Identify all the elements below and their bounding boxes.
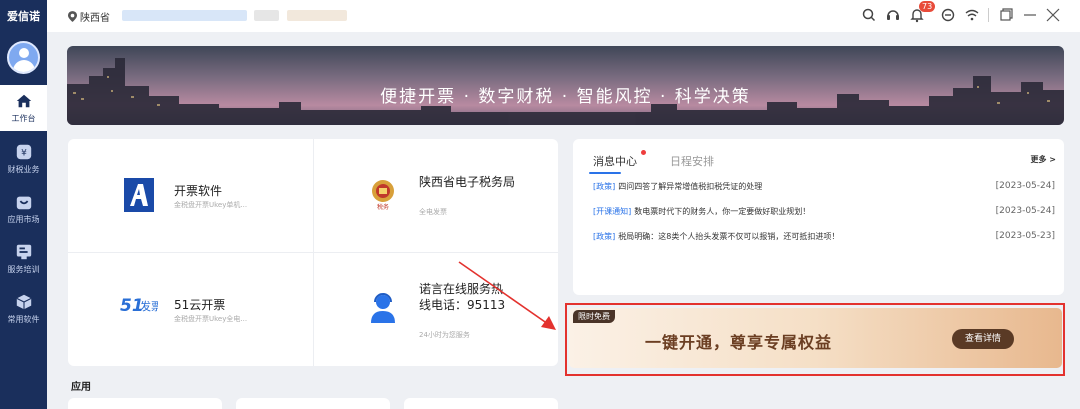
message-date: [2023-05-24] bbox=[995, 206, 1055, 216]
message-text: 数电票时代下的财务人，你一定要做好职业规划！ bbox=[634, 207, 811, 216]
hero-banner[interactable]: 便捷开票 · 数字财税 · 智能风控 · 科学决策 bbox=[67, 46, 1064, 125]
message-tag: [政策] bbox=[593, 232, 616, 241]
list-item[interactable]: [开课通知] 数电票时代下的财务人，你一定要做好职业规划！ [2023-05-24… bbox=[593, 206, 1055, 220]
promo-banner[interactable]: 限时免费 一键开通，尊享专属权益 查看详情 bbox=[569, 308, 1062, 368]
app-card[interactable] bbox=[68, 398, 222, 409]
tax-business-icon: ¥ bbox=[16, 144, 31, 160]
message-text: 四问四答了解异常增值税扣税凭证的处理 bbox=[618, 182, 763, 191]
toolbar-divider bbox=[988, 8, 989, 22]
aisino-logo-icon bbox=[124, 178, 154, 212]
list-item[interactable]: [政策] 四问四答了解异常增值税扣税凭证的处理 [2023-05-24] bbox=[593, 181, 1055, 195]
51fapiao-logo-icon: 51发票 bbox=[120, 296, 158, 316]
sidebar-item-tax-business[interactable]: ¥ 财税业务 bbox=[0, 136, 47, 182]
view-details-button[interactable]: 查看详情 bbox=[952, 329, 1014, 349]
apps-section-title: 应用 bbox=[71, 382, 91, 393]
more-link[interactable]: 更多 > bbox=[1031, 154, 1057, 165]
software-item-51-cloud-invoice[interactable]: 51 发票 51云开票 金税盘开票Ukey全电... bbox=[68, 253, 313, 366]
training-icon bbox=[16, 244, 31, 260]
promo-title: 一键开通，尊享专属权益 bbox=[645, 333, 833, 352]
sidebar-item-label: 服务培训 bbox=[7, 265, 40, 274]
location-pin-icon bbox=[68, 11, 77, 22]
blurred-info bbox=[254, 10, 279, 21]
software-item-invoicing[interactable]: 开票软件 金税盘开票Ukey单机... bbox=[68, 139, 313, 252]
svg-text:发票: 发票 bbox=[140, 299, 158, 313]
message-tag: [政策] bbox=[593, 182, 616, 191]
svg-text:税务: 税务 bbox=[377, 203, 389, 211]
user-avatar[interactable] bbox=[7, 41, 40, 74]
banner-slogan: 便捷开票 · 数字财税 · 智能风控 · 科学决策 bbox=[380, 87, 751, 107]
unread-dot bbox=[641, 150, 646, 155]
software-title: 开票软件 bbox=[174, 184, 223, 198]
software-title: 诺言在线服务热线电话：95113 bbox=[419, 282, 506, 312]
minimize-icon[interactable] bbox=[1022, 7, 1038, 23]
software-subtitle: 金税盘开票Ukey全电... bbox=[174, 315, 248, 323]
sidebar-item-training[interactable]: 服务培训 bbox=[0, 236, 47, 282]
sidebar-item-app-market[interactable]: 应用市场 bbox=[0, 186, 47, 232]
tax-bureau-emblem-icon: 税务 bbox=[372, 180, 394, 211]
sidebar-item-label: 工作台 bbox=[11, 114, 36, 123]
sidebar-item-workbench[interactable]: 工作台 bbox=[0, 85, 47, 131]
software-icon bbox=[16, 294, 31, 310]
app-card[interactable] bbox=[236, 398, 390, 409]
restore-icon[interactable] bbox=[998, 7, 1014, 23]
message-tag: [开课通知] bbox=[593, 207, 632, 216]
notification-badge: 73 bbox=[919, 1, 936, 12]
blurred-info bbox=[287, 10, 347, 21]
wifi-icon[interactable] bbox=[964, 7, 980, 23]
software-subtitle: 金税盘开票Ukey单机... bbox=[174, 201, 248, 209]
tab-message-center[interactable]: 消息中心 bbox=[593, 153, 637, 169]
sidebar-item-label: 应用市场 bbox=[7, 215, 40, 224]
app-market-icon bbox=[16, 196, 31, 210]
close-icon[interactable] bbox=[1045, 7, 1061, 23]
software-item-hotline[interactable]: 诺言在线服务热线电话：95113 24小时为您服务 bbox=[313, 253, 558, 366]
software-item-e-tax-bureau[interactable]: 税务 陕西省电子税务局 全电发票 bbox=[313, 139, 558, 252]
sidebar: 爱信诺 工作台 ¥ 财税业务 应用市场 服务培训 常用软件 bbox=[0, 0, 47, 409]
blurred-company-name bbox=[122, 10, 247, 21]
customer-service-icon bbox=[371, 293, 395, 323]
software-grid: 开票软件 金税盘开票Ukey单机... 税务 陕西省电子税务局 全电发票 51 发… bbox=[68, 139, 558, 366]
software-title: 51云开票 bbox=[174, 298, 226, 312]
location-selector[interactable]: 陕西省 bbox=[68, 9, 110, 24]
sidebar-item-software[interactable]: 常用软件 bbox=[0, 286, 47, 332]
list-item[interactable]: [政策] 税局明确：这8类个人抬头发票不仅可以报销，还可抵扣进项！ [2023-0… bbox=[593, 231, 1055, 245]
top-bar: 陕西省 73 bbox=[47, 0, 1080, 32]
software-subtitle: 24小时为您服务 bbox=[419, 331, 470, 339]
sidebar-item-label: 常用软件 bbox=[7, 315, 40, 324]
message-text: 税局明确：这8类个人抬头发票不仅可以报销，还可抵扣进项！ bbox=[618, 232, 840, 241]
software-subtitle: 全电发票 bbox=[419, 208, 447, 216]
location-label: 陕西省 bbox=[80, 13, 110, 24]
sidebar-item-label: 财税业务 bbox=[7, 165, 40, 174]
message-date: [2023-05-24] bbox=[995, 181, 1055, 191]
headset-icon[interactable] bbox=[885, 7, 901, 23]
tab-schedule[interactable]: 日程安排 bbox=[670, 153, 714, 169]
app-logo: 爱信诺 bbox=[7, 10, 40, 23]
home-icon bbox=[16, 94, 31, 108]
minus-circle-icon[interactable] bbox=[940, 7, 956, 23]
active-tab-indicator bbox=[589, 172, 621, 174]
message-center-card: 消息中心 日程安排 更多 > [政策] 四问四答了解异常增值税扣税凭证的处理 [2… bbox=[573, 139, 1064, 295]
search-icon[interactable] bbox=[861, 7, 877, 23]
svg-text:¥: ¥ bbox=[21, 149, 27, 159]
software-title: 陕西省电子税务局 bbox=[419, 175, 516, 189]
promo-tag: 限时免费 bbox=[573, 310, 615, 323]
message-date: [2023-05-23] bbox=[995, 231, 1055, 241]
app-card[interactable] bbox=[404, 398, 558, 409]
